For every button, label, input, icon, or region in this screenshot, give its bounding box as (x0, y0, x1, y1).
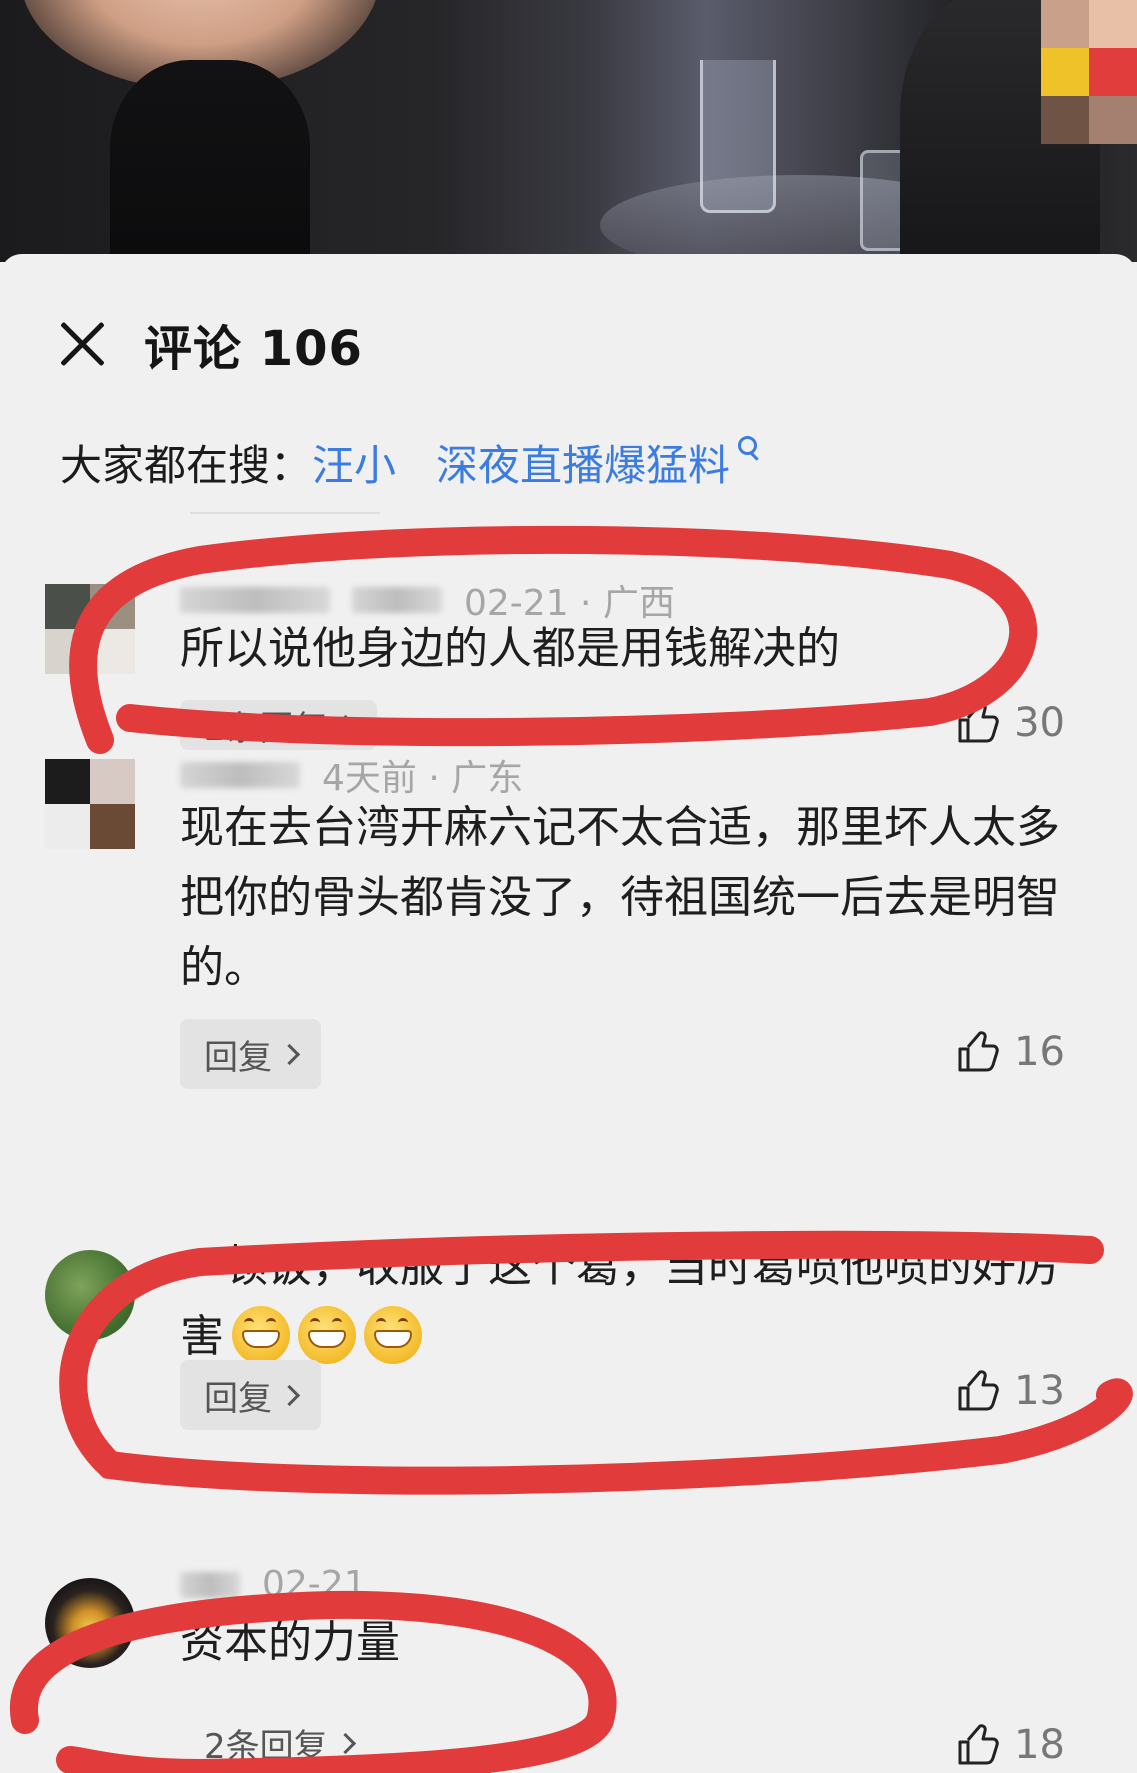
close-icon[interactable] (58, 319, 108, 369)
trending-search-link[interactable]: 汪小 深夜直播爆猛料 (312, 432, 730, 493)
trending-search-prefix: 大家都在搜： (60, 441, 313, 490)
thumb-up-icon (958, 1724, 999, 1765)
comment-count-title: 评论 106 (144, 321, 363, 377)
divider (190, 512, 380, 514)
comment-text: 一顿饭，收服了这个葛，当时葛喷他喷的好厉 害 (180, 1232, 1060, 1372)
avatar[interactable] (45, 759, 135, 849)
comment-header: 评论 106 (58, 314, 363, 377)
comment-text: 现在去台湾开麻六记不太合适，那里坏人太多 把你的骨头都肯没了，待祖国统一后去是明… (180, 793, 1060, 1003)
grinning-emoji-icon (364, 1306, 422, 1364)
chevron-right-icon (334, 1732, 356, 1754)
comment-sheet: 评论 106 大家都在搜： 汪小 深夜直播爆猛料 02-21 · 广西 所以说他身… (0, 254, 1137, 1773)
avatar[interactable] (45, 584, 135, 674)
reply-label: 回复 (204, 1037, 272, 1078)
like-button[interactable]: 30 (956, 700, 1065, 746)
comment-text: 资本的力量 (180, 1608, 400, 1678)
like-button[interactable]: 13 (956, 1368, 1065, 1414)
like-count: 18 (1014, 1722, 1065, 1768)
chevron-right-icon (334, 714, 356, 736)
thumb-up-icon (958, 1031, 999, 1072)
reply-label: 2条回复 (204, 1726, 328, 1767)
like-button[interactable]: 16 (956, 1029, 1065, 1075)
comment-text-line: 一顿饭，收服了这个葛，当时葛喷他喷的好厉 (180, 1241, 1060, 1292)
reply-label: 2条回复 (204, 708, 328, 749)
comment-text-line: 资本的力量 (180, 1617, 400, 1668)
trending-search-link-head: 汪小 (312, 441, 397, 490)
grinning-emoji-icon (232, 1306, 290, 1364)
like-count: 16 (1014, 1029, 1065, 1075)
like-button[interactable]: 18 (956, 1722, 1065, 1768)
comment-text-segment: 害 (180, 1311, 224, 1362)
comment-text-line: 的。 (180, 942, 268, 993)
trending-search-link-tail: 深夜直播爆猛料 (436, 441, 731, 490)
trending-search: 大家都在搜： 汪小 深夜直播爆猛料 (60, 432, 760, 493)
video-background (0, 0, 1137, 262)
comment-date-location: 02-21 (262, 1564, 367, 1605)
water-glass (700, 60, 776, 213)
chevron-right-icon (278, 1384, 301, 1406)
reply-button[interactable]: 回复 (180, 1019, 321, 1089)
reply-label: 回复 (204, 1378, 272, 1419)
view-replies-button[interactable]: 2条回复 (180, 1718, 377, 1768)
like-count: 30 (1014, 700, 1065, 746)
mosaic-blur (1041, 0, 1137, 150)
comment-text-line: 所以说他身边的人都是用钱解决的 (180, 623, 840, 674)
thumb-up-icon (958, 702, 999, 743)
comment-text: 所以说他身边的人都是用钱解决的 (180, 614, 840, 684)
avatar[interactable] (45, 1250, 135, 1340)
username-blurred (180, 587, 330, 613)
view-replies-button[interactable]: 2条回复 (180, 700, 377, 750)
comment-text-line: 现在去台湾开麻六记不太合适，那里坏人太多 (180, 802, 1060, 853)
comment-meta: 02-21 (180, 1564, 367, 1605)
grinning-emoji-icon (298, 1306, 356, 1364)
username-blurred (352, 587, 442, 613)
reply-button[interactable]: 回复 (180, 1360, 321, 1430)
search-icon[interactable] (738, 435, 760, 458)
like-count: 13 (1014, 1368, 1065, 1414)
comment-text-line: 把你的骨头都肯没了，待祖国统一后去是明智 (180, 872, 1060, 923)
thumb-up-icon (958, 1370, 999, 1411)
avatar[interactable] (45, 1578, 135, 1668)
username-blurred (180, 762, 300, 788)
username-blurred (180, 1571, 240, 1598)
person-body (110, 60, 310, 262)
chevron-right-icon (278, 1043, 301, 1065)
